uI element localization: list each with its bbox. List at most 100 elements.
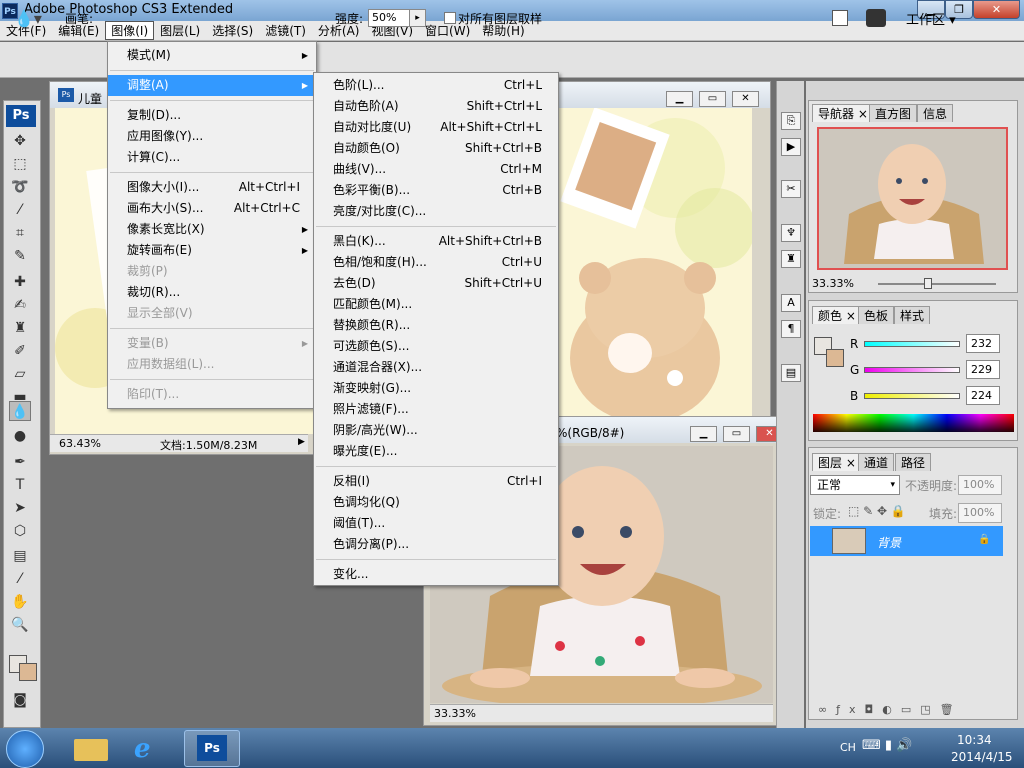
tab-histogram[interactable]: 直方图 xyxy=(869,104,918,122)
taskbar-explorer-icon[interactable] xyxy=(64,730,120,767)
image-menu-item[interactable]: 调整(A) ▶ xyxy=(108,75,316,96)
doc1-status-arrow-icon[interactable]: ▶ xyxy=(298,437,305,447)
b-slider[interactable] xyxy=(864,393,960,399)
slice-tool-icon[interactable]: ✎ xyxy=(9,246,31,266)
adjust-menu-item[interactable]: 色彩平衡(B)... Ctrl+B xyxy=(314,180,558,201)
adjust-menu-item[interactable]: 色阶(L)... Ctrl+L xyxy=(314,75,558,96)
adjust-menu-item[interactable]: 自动色阶(A) Shift+Ctrl+L xyxy=(314,96,558,117)
zoom-tool-icon[interactable]: 🔍 xyxy=(9,615,31,635)
eyedropper-tool-icon[interactable]: ⁄ xyxy=(9,569,31,589)
start-button[interactable] xyxy=(6,730,44,768)
image-menu-item[interactable]: 裁切(R)... xyxy=(108,282,316,303)
lock-icons[interactable]: ⬚ ✎ ✥ 🔒 xyxy=(848,504,906,518)
blur-tool-preset-icon[interactable]: 💧▾ xyxy=(14,9,42,28)
doc1-zoom[interactable]: 63.43% xyxy=(59,437,101,450)
image-menu-item[interactable]: 复制(D)... xyxy=(108,105,316,126)
adjust-menu-item[interactable]: 阈值(T)... xyxy=(314,513,558,534)
adjust-menu-item[interactable]: 反相(I) Ctrl+I xyxy=(314,471,558,492)
menu-filter[interactable]: 滤镜(T) xyxy=(259,21,312,40)
tab-info[interactable]: 信息 xyxy=(917,104,954,122)
clone-stamp-icon[interactable]: ♜ xyxy=(9,318,31,338)
blend-mode-select[interactable]: 正常 ▾ xyxy=(810,475,900,495)
sample-all-layers-checkbox[interactable] xyxy=(444,12,456,24)
image-menu-item[interactable]: 图像大小(I)... Alt+Ctrl+I xyxy=(108,177,316,198)
tool-presets-icon[interactable]: ✂ xyxy=(781,180,801,198)
layers-panel-footer-icons[interactable]: ∞ƒx◘◐▭◳🗑 xyxy=(818,703,963,716)
dodge-tool-icon[interactable]: ● xyxy=(9,426,31,446)
brush-tool-icon[interactable]: ✍ xyxy=(9,295,31,315)
g-slider[interactable] xyxy=(864,367,960,373)
adjust-menu-item[interactable]: 渐变映射(G)... xyxy=(314,378,558,399)
r-value[interactable]: 232 xyxy=(966,334,1000,353)
taskbar-ie-icon[interactable]: e xyxy=(122,730,178,767)
fill-input[interactable]: 100% xyxy=(958,503,1002,523)
adjust-menu-item[interactable]: 替换颜色(R)... xyxy=(314,315,558,336)
adjust-menu-item[interactable]: 黑白(K)... Alt+Shift+Ctrl+B xyxy=(314,231,558,252)
adjust-menu-item[interactable]: 色调分离(P)... xyxy=(314,534,558,555)
image-menu-item[interactable]: 画布大小(S)... Alt+Ctrl+C xyxy=(108,198,316,219)
tab-paths[interactable]: 路径 xyxy=(895,453,932,471)
pen-tool-icon[interactable]: ✒ xyxy=(9,452,31,472)
image-menu-item[interactable]: 像素长宽比(X) ▶ xyxy=(108,219,316,240)
adjust-menu-item[interactable]: 曝光度(E)... xyxy=(314,441,558,462)
adjust-menu-item[interactable]: 通道混合器(X)... xyxy=(314,357,558,378)
healing-brush-icon[interactable]: ✚ xyxy=(9,272,31,292)
r-slider[interactable] xyxy=(864,341,960,347)
adjust-menu-item[interactable]: 色调均化(Q) xyxy=(314,492,558,513)
tab-layers[interactable]: 图层 × xyxy=(812,453,862,471)
opacity-input[interactable]: 100% xyxy=(958,475,1002,495)
background-color-swatch[interactable] xyxy=(19,663,37,681)
adjust-menu-item[interactable]: 亮度/对比度(C)... xyxy=(314,201,558,222)
magic-wand-tool-icon[interactable]: ⁄ xyxy=(9,200,31,220)
type-tool-icon[interactable]: T xyxy=(9,475,31,495)
navigator-zoom-slider[interactable] xyxy=(878,283,996,285)
adjust-menu-item[interactable]: 可选颜色(S)... xyxy=(314,336,558,357)
path-select-icon[interactable]: ➤ xyxy=(9,498,31,518)
doc2-zoom[interactable]: 33.33% xyxy=(434,707,476,720)
image-menu-item[interactable]: 模式(M) ▶ xyxy=(108,45,316,66)
adjust-menu-item[interactable]: 匹配颜色(M)... xyxy=(314,294,558,315)
palette-well-icon[interactable] xyxy=(832,10,848,26)
doc1-maximize-button[interactable]: ▭ xyxy=(699,91,726,107)
adjust-menu-item[interactable]: 阴影/高光(W)... xyxy=(314,420,558,441)
move-tool-icon[interactable]: ✥ xyxy=(9,131,31,151)
color-panel-bg-swatch[interactable] xyxy=(826,349,844,367)
navigator-zoom-handle[interactable] xyxy=(924,278,932,289)
navigator-zoom[interactable]: 33.33% xyxy=(812,277,854,290)
adjust-menu-item[interactable]: 自动颜色(O) Shift+Ctrl+B xyxy=(314,138,558,159)
navigator-preview[interactable] xyxy=(817,127,1008,270)
marquee-tool-icon[interactable]: ⬚ xyxy=(9,154,31,174)
workspace-dropdown[interactable]: 工作区 ▾ xyxy=(906,9,956,28)
b-value[interactable]: 224 xyxy=(966,386,1000,405)
clone-source-icon[interactable]: ♜ xyxy=(781,250,801,268)
lasso-tool-icon[interactable]: ➰ xyxy=(9,177,31,197)
paragraph-panel-icon[interactable]: ¶ xyxy=(781,320,801,338)
character-panel-icon[interactable]: A xyxy=(781,294,801,312)
adjust-menu-item[interactable]: 色相/饱和度(H)... Ctrl+U xyxy=(314,252,558,273)
image-menu-item[interactable]: 应用图像(Y)... xyxy=(108,126,316,147)
strength-slider-button[interactable]: ▸ xyxy=(409,9,426,27)
menu-select[interactable]: 选择(S) xyxy=(206,21,259,40)
tab-styles[interactable]: 样式 xyxy=(894,306,931,324)
tab-swatches[interactable]: 色板 xyxy=(858,306,895,324)
tab-color[interactable]: 颜色 × xyxy=(812,306,862,324)
tab-navigator[interactable]: 导航器 × xyxy=(812,104,874,122)
bridge-icon[interactable] xyxy=(866,9,886,27)
menu-layer[interactable]: 图层(L) xyxy=(154,21,206,40)
history-panel-icon[interactable]: ⎘ xyxy=(781,112,801,130)
strength-input[interactable]: 50% xyxy=(368,9,410,27)
tray-icons[interactable]: ⌨ ▮ 🔊 xyxy=(862,738,912,753)
doc2-maximize-button[interactable]: ▭ xyxy=(723,426,750,442)
doc2-minimize-button[interactable]: ▁ xyxy=(690,426,717,442)
adjust-menu-item[interactable]: 变化... xyxy=(314,564,558,585)
g-value[interactable]: 229 xyxy=(966,360,1000,379)
crop-tool-icon[interactable]: ⌗ xyxy=(9,223,31,243)
image-menu-item[interactable]: 计算(C)... xyxy=(108,147,316,168)
actions-panel-icon[interactable]: ▶ xyxy=(781,138,801,156)
doc1-close-button[interactable]: ✕ xyxy=(732,91,759,107)
hand-tool-icon[interactable]: ✋ xyxy=(9,592,31,612)
adjust-menu-item[interactable]: 照片滤镜(F)... xyxy=(314,399,558,420)
clock-time[interactable]: 10:34 xyxy=(957,733,992,747)
eraser-tool-icon[interactable]: ▱ xyxy=(9,364,31,384)
clock-date[interactable]: 2014/4/15 xyxy=(951,750,1013,764)
